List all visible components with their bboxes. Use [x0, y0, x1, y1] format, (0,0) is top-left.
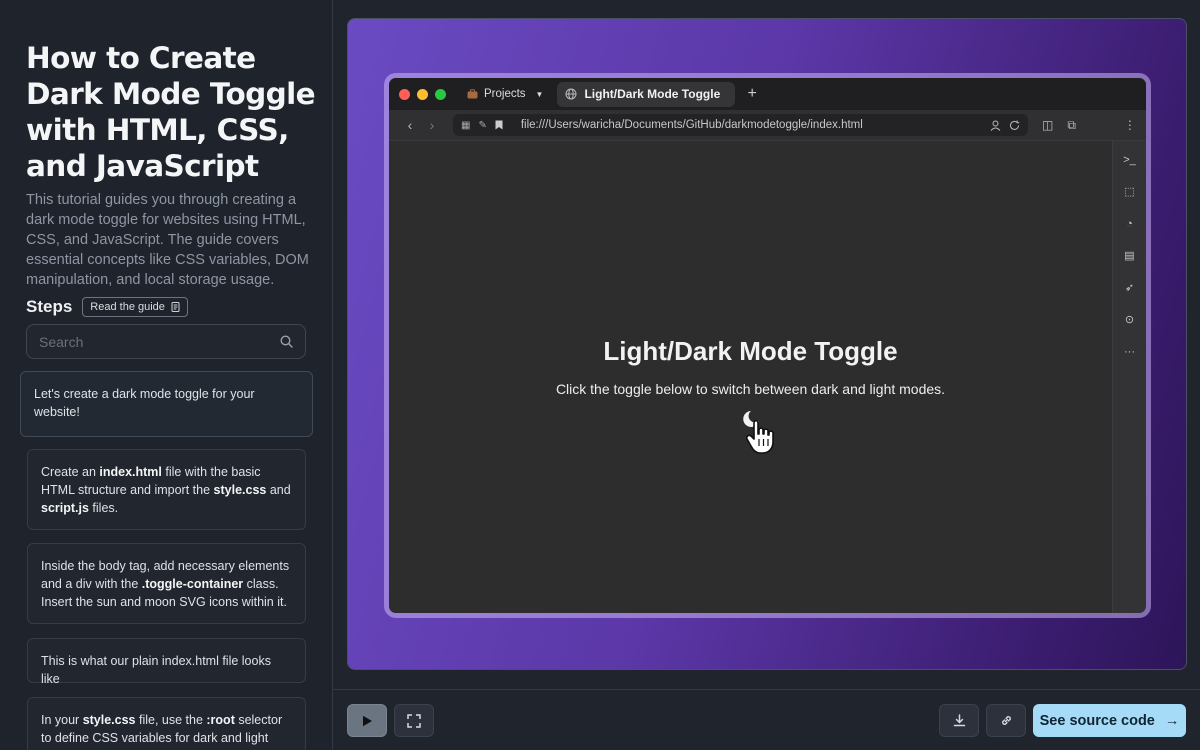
browser-toolbar-icons: ◫ ⧉ ⋮ [1042, 118, 1136, 133]
download-icon [953, 714, 965, 727]
play-icon [362, 715, 372, 726]
browser-frame: Projects ▼ Light/Dark Mode Toggle + ‹ › … [384, 73, 1151, 618]
steps-label: Steps [26, 297, 73, 316]
terminal-icon[interactable]: >_ [1121, 151, 1138, 168]
play-button[interactable] [347, 704, 387, 737]
back-icon[interactable]: ‹ [399, 117, 421, 133]
inspect-element-icon[interactable]: ⬚ [1121, 183, 1138, 200]
close-window-button[interactable] [399, 88, 410, 100]
step-card-5[interactable]: In your style.css file, use the :root se… [27, 697, 306, 750]
steps-header: Steps Read the guide [26, 297, 188, 317]
steps-search[interactable] [26, 324, 306, 359]
minimize-window-button[interactable] [417, 88, 428, 100]
fullscreen-button[interactable] [394, 704, 434, 737]
check-circle-icon[interactable]: ⊙ [1121, 311, 1138, 328]
devtools-sidebar: >_ ⬚ ◔ ▤ ➶ ⊙ ··· [1112, 141, 1146, 613]
tab-title: Light/Dark Mode Toggle [584, 87, 721, 101]
chevron-down-icon: ▼ [535, 89, 544, 99]
step-card-1[interactable]: Let's create a dark mode toggle for your… [20, 371, 313, 437]
more-horizontal-icon[interactable]: ··· [1121, 343, 1138, 360]
arrow-right-icon: → [1164, 712, 1180, 729]
step-text-segment: Create an [41, 465, 100, 479]
tutorial-description: This tutorial guides you through creatin… [26, 192, 309, 288]
copy-link-button[interactable] [986, 704, 1026, 737]
step-text-segment: This is what our plain index.html file l… [41, 654, 271, 686]
preview-stage: Projects ▼ Light/Dark Mode Toggle + ‹ › … [347, 18, 1187, 670]
tab-group-label: Projects [484, 88, 526, 100]
step-text: Let's create a dark mode toggle for your… [34, 387, 255, 419]
browser-window: Projects ▼ Light/Dark Mode Toggle + ‹ › … [389, 78, 1146, 613]
step-text: Inside the body tag, add necessary eleme… [41, 559, 289, 609]
pen-icon: ✎ [478, 119, 487, 131]
step-text-segment: In your [41, 713, 83, 727]
link-icon [1001, 716, 1011, 725]
see-source-code-button[interactable]: See source code → [1033, 704, 1186, 737]
browser-tab-active[interactable]: Light/Dark Mode Toggle [557, 81, 736, 107]
more-vertical-icon[interactable]: ⋮ [1124, 118, 1136, 133]
briefcase-icon [467, 89, 478, 99]
rocket-icon[interactable]: ➶ [1121, 279, 1138, 296]
globe-icon [565, 88, 577, 100]
step-code-term: style.css [213, 483, 267, 497]
step-text-segment: files. [88, 501, 119, 515]
see-source-code-label: See source code [1039, 712, 1155, 729]
grid-icon: ▦ [461, 119, 471, 131]
step-card-3[interactable]: Inside the body tag, add necessary eleme… [27, 543, 306, 624]
tutorial-title: How to Create Dark Mode Toggle with HTML… [26, 41, 316, 183]
step-text: This is what our plain index.html file l… [41, 654, 271, 686]
read-guide-label: Read the guide [90, 301, 165, 313]
document-icon [171, 302, 180, 312]
step-card-4[interactable]: This is what our plain index.html file l… [27, 638, 306, 686]
palette-icon[interactable]: ◔ [1121, 215, 1138, 232]
step-text: Create an index.html file with the basic… [41, 465, 291, 515]
forward-icon[interactable]: › [421, 117, 443, 133]
new-tab-icon[interactable]: + [747, 85, 756, 103]
url-text: file:///Users/waricha/Documents/GitHub/d… [520, 119, 863, 131]
player-controls: See source code → [333, 689, 1200, 750]
step-text: In your style.css file, use the :root se… [41, 713, 282, 750]
browser-tab-bar: Projects ▼ Light/Dark Mode Toggle + [389, 78, 1146, 110]
step-code-term: :root [206, 713, 235, 727]
step-code-term: .toggle-container [141, 577, 244, 591]
maximize-window-button[interactable] [435, 88, 446, 100]
split-view-icon[interactable]: ⧉ [1067, 118, 1076, 133]
step-text-segment: file, use the [135, 713, 207, 727]
bookmark-icon [495, 120, 503, 130]
browser-address-bar: ‹ › ▦ ✎ file:///Users/waricha/Documents/… [389, 110, 1146, 141]
web-page-content: Light/Dark Mode Toggle Click the toggle … [389, 141, 1112, 613]
step-code-term: index.html [99, 465, 162, 479]
profile-icon [990, 120, 1001, 131]
url-field[interactable]: ▦ ✎ file:///Users/waricha/Documents/GitH… [453, 114, 1028, 136]
tutorial-sidebar: How to Create Dark Mode Toggle with HTML… [0, 0, 333, 750]
step-card-2[interactable]: Create an index.html file with the basic… [27, 449, 306, 530]
sidebar-toggle-icon[interactable]: ◫ [1042, 118, 1053, 133]
download-button[interactable] [939, 704, 979, 737]
step-text-segment: Let's create a dark mode toggle for your… [34, 387, 255, 419]
tab-group-projects[interactable]: Projects ▼ [467, 88, 543, 100]
step-code-term: script.js [41, 501, 89, 515]
database-icon[interactable]: ▤ [1121, 247, 1138, 264]
moon-toggle-icon[interactable] [741, 409, 781, 455]
step-text-segment: and [266, 483, 291, 497]
fullscreen-icon [407, 713, 421, 728]
read-guide-button[interactable]: Read the guide [82, 297, 188, 317]
page-heading: Light/Dark Mode Toggle [603, 336, 898, 366]
search-input[interactable] [39, 333, 280, 350]
step-code-term: style.css [82, 713, 136, 727]
reload-icon [1010, 120, 1020, 130]
page-text: Click the toggle below to switch between… [555, 381, 946, 397]
search-icon [280, 335, 293, 348]
